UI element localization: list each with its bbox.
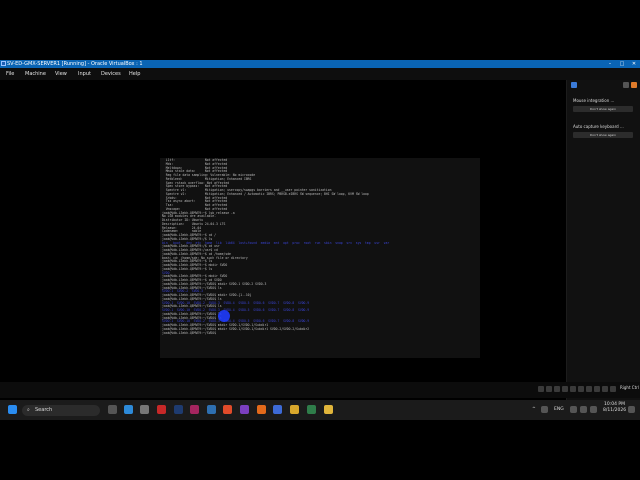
search-icon: ⌕ [27, 407, 30, 413]
battery-icon[interactable] [590, 406, 597, 413]
window-title: SV-ED-GMX-SERVER1 [Running] - Oracle Vir… [7, 61, 143, 67]
menu-help[interactable]: Help [129, 68, 140, 80]
mouse-dont-show-button[interactable]: Don't show again [573, 106, 633, 112]
settings-icon[interactable] [623, 82, 629, 88]
close-button[interactable]: ✕ [628, 60, 640, 68]
hdd-icon[interactable] [538, 386, 544, 392]
app-icon-1[interactable] [140, 405, 149, 414]
minimize-button[interactable]: – [604, 60, 616, 68]
photoshop-icon[interactable] [174, 405, 183, 414]
recording-icon[interactable] [594, 386, 600, 392]
tray-icon-1[interactable] [541, 406, 548, 413]
mouse-icon[interactable] [610, 386, 616, 392]
app-icon-2[interactable] [207, 405, 216, 414]
telegram-icon[interactable] [124, 405, 133, 414]
task-view-icon[interactable] [108, 405, 117, 414]
app-icon-3[interactable] [257, 405, 266, 414]
virtualbox-icon [1, 61, 6, 66]
keyboard-capture-notice: Auto capture keyboard ... [573, 124, 624, 129]
cpu-icon[interactable] [602, 386, 608, 392]
notification-panel: Mouse integration ... Don't show again A… [566, 80, 640, 400]
tray-chevron-icon[interactable]: ^ [532, 407, 536, 412]
vm-status-bar: Right Ctrl [0, 382, 640, 398]
mouse-cursor-highlight [218, 310, 230, 322]
alert-icon[interactable] [631, 82, 637, 88]
mouse-integration-notice: Mouse integration ... [573, 98, 615, 103]
terminal-console[interactable]: L1tf: Not affected Mds: Not affected Mel… [160, 158, 480, 358]
xd-icon[interactable] [190, 405, 199, 414]
notification-center-icon[interactable] [628, 406, 635, 413]
app-icon-6[interactable] [307, 405, 316, 414]
illustrator-icon[interactable] [157, 405, 166, 414]
menu-bar: File Machine View Input Devices Help [0, 68, 640, 80]
notification-icon[interactable] [571, 82, 577, 88]
search-input: Search [35, 407, 53, 413]
optical-drive-icon[interactable] [546, 386, 552, 392]
brave-icon[interactable] [223, 405, 232, 414]
display-icon[interactable] [586, 386, 592, 392]
menu-machine[interactable]: Machine [25, 68, 46, 80]
app-icon-5[interactable] [290, 405, 299, 414]
menu-view[interactable]: View [55, 68, 67, 80]
terminal-line: jaak@Vdb-L3ekh-QEMVE9:~/SVDO$ [162, 330, 218, 335]
audio-icon[interactable] [554, 386, 560, 392]
shared-folder-icon[interactable] [578, 386, 584, 392]
virtualbox-taskbar-icon[interactable] [324, 405, 333, 414]
taskbar-clock[interactable]: 10:04 PM 8/11/2026 [603, 402, 627, 414]
taskbar-search[interactable]: ⌕ Search [22, 405, 100, 416]
app-icon-4[interactable] [273, 405, 282, 414]
start-icon[interactable] [8, 405, 17, 414]
volume-icon[interactable] [580, 406, 587, 413]
menu-file[interactable]: File [6, 68, 14, 80]
maximize-button[interactable]: □ [616, 60, 628, 68]
visual-studio-icon[interactable] [240, 405, 249, 414]
wifi-icon[interactable] [570, 406, 577, 413]
network-icon[interactable] [562, 386, 568, 392]
menu-input[interactable]: Input [78, 68, 91, 80]
menu-devices[interactable]: Devices [101, 68, 121, 80]
window-titlebar: SV-ED-GMX-SERVER1 [Running] - Oracle Vir… [0, 60, 640, 68]
terminal-line: jaak@Vdb-L3ekh-QEMVE9:~$ ls [162, 266, 213, 271]
usb-icon[interactable] [570, 386, 576, 392]
windows-taskbar: ⌕ Search ^ ENG 10:04 PM 8/11/2026 [0, 400, 640, 420]
host-key-label: Right Ctrl [620, 385, 639, 390]
language-indicator[interactable]: ENG [554, 407, 564, 412]
clock-date: 8/11/2026 [603, 408, 627, 413]
keyboard-dont-show-button[interactable]: Don't show again [573, 132, 633, 138]
virtualbox-window: SV-ED-GMX-SERVER1 [Running] - Oracle Vir… [0, 60, 640, 420]
vm-display[interactable]: L1tf: Not affected Mds: Not affected Mel… [0, 80, 566, 400]
